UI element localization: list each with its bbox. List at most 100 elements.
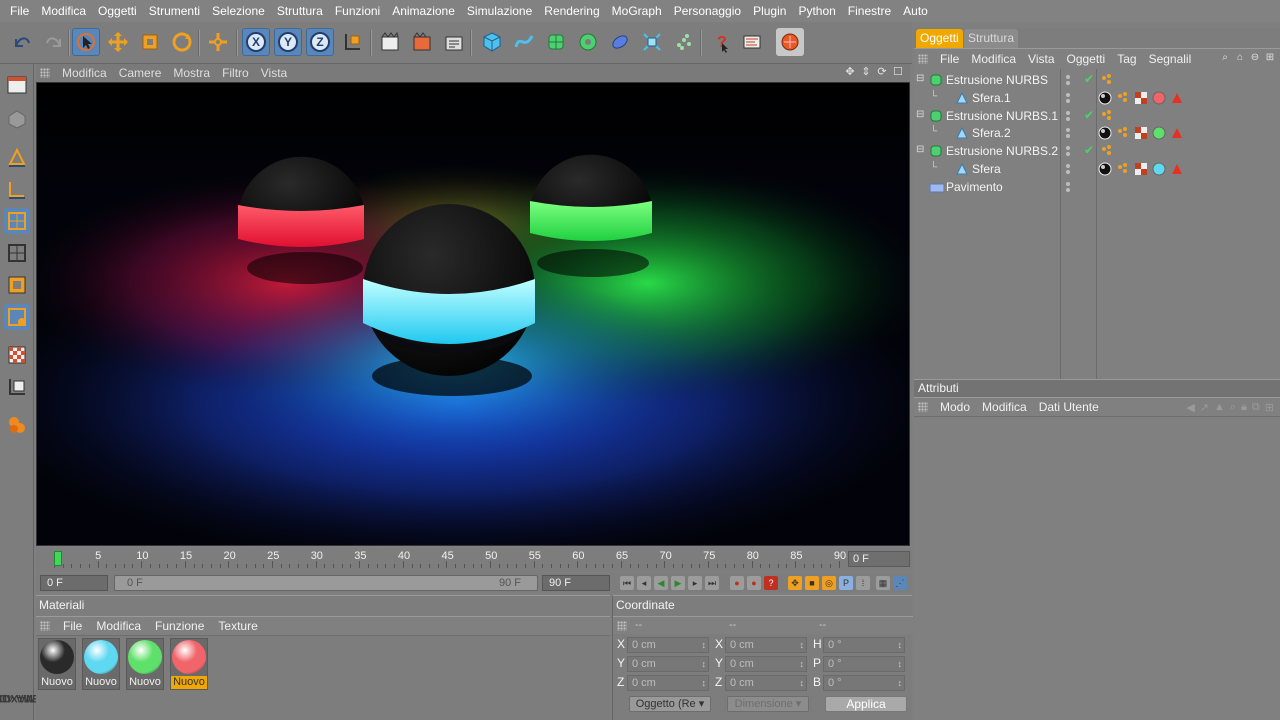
goto-end-icon[interactable]: ⏭ — [705, 576, 719, 590]
record-icon[interactable]: ● — [730, 576, 744, 590]
enabled-check-icon[interactable]: ✔ — [1084, 143, 1094, 157]
start-frame-field[interactable]: 0 F — [40, 575, 108, 591]
compositing-tag-icon[interactable] — [1098, 126, 1112, 140]
orbit-icon[interactable]: ⟳ — [876, 66, 888, 78]
material-swatch[interactable]: Nuovo — [82, 638, 120, 690]
menu-mograph[interactable]: MoGraph — [606, 0, 668, 22]
warning-tag-icon[interactable] — [1170, 126, 1184, 140]
key-position-icon[interactable]: ✥ — [788, 576, 802, 590]
objects-menu-tag[interactable]: Tag — [1111, 52, 1142, 66]
menu-rendering[interactable]: Rendering — [538, 0, 605, 22]
material-swatch[interactable]: Nuovo — [170, 638, 208, 690]
viewport-menu-camere[interactable]: Camere — [113, 66, 168, 80]
visibility-dots[interactable] — [1066, 181, 1074, 192]
menu-selezione[interactable]: Selezione — [206, 0, 271, 22]
warning-tag-icon[interactable] — [1170, 162, 1184, 176]
texture-mode-icon[interactable] — [4, 106, 30, 132]
undo-icon[interactable] — [8, 28, 36, 56]
menu-python[interactable]: Python — [792, 0, 841, 22]
key-pla-icon[interactable]: ⁞ — [856, 576, 870, 590]
z-axis-icon[interactable]: Z — [306, 28, 334, 56]
material-swatch[interactable]: Nuovo — [38, 638, 76, 690]
grip-icon[interactable] — [918, 402, 928, 412]
autokey-icon[interactable]: ● — [747, 576, 761, 590]
menu-oggetti[interactable]: Oggetti — [92, 0, 143, 22]
objects-menu-segnalibri[interactable]: Segnalil — [1143, 52, 1198, 66]
lock-icon[interactable]: 🔒︎ — [1241, 401, 1247, 414]
object-mode-icon[interactable] — [4, 272, 30, 298]
object-row[interactable]: └ Sfera.1 — [914, 89, 1280, 107]
objects-menu-oggetti[interactable]: Oggetti — [1061, 52, 1112, 66]
render-picture-viewer-icon[interactable] — [408, 28, 436, 56]
maximize-icon[interactable]: ☐ — [892, 66, 904, 78]
menu-finestre[interactable]: Finestre — [842, 0, 897, 22]
attributes-menu-dati-utente[interactable]: Dati Utente — [1033, 400, 1105, 414]
object-name[interactable]: Sfera — [972, 162, 1001, 176]
object-row[interactable]: ⊟ Estrusione NURBS.1 ✔ — [914, 107, 1280, 125]
key-param-icon[interactable]: P — [839, 576, 853, 590]
coordinate-field[interactable]: 0 ° — [823, 675, 905, 691]
render-view-icon[interactable] — [376, 28, 404, 56]
key-scale-icon[interactable]: ■ — [805, 576, 819, 590]
new-window-icon[interactable]: ⧉ — [1252, 401, 1260, 414]
object-row[interactable]: └ Sfera.2 — [914, 124, 1280, 142]
viewport-menu-vista[interactable]: Vista — [255, 66, 293, 80]
coordinate-mode-dropdown[interactable]: Oggetto (Re ▾ — [629, 696, 711, 712]
viewport-menu-filtro[interactable]: Filtro — [216, 66, 255, 80]
y-axis-icon[interactable]: Y — [274, 28, 302, 56]
coordinate-field[interactable]: 0 cm — [627, 637, 709, 653]
texture-tag-icon[interactable] — [1134, 162, 1148, 176]
materials-menu-modifica[interactable]: Modifica — [89, 619, 148, 633]
phong-tag-icon[interactable] — [1100, 109, 1114, 123]
objects-menu-file[interactable]: File — [934, 52, 965, 66]
deformer-icon[interactable] — [606, 28, 634, 56]
menu-modifica[interactable]: Modifica — [35, 0, 92, 22]
material-icon[interactable] — [776, 28, 804, 56]
keyframe-selection-icon[interactable]: ? — [764, 576, 778, 590]
menu-funzioni[interactable]: Funzioni — [329, 0, 386, 22]
help-icon[interactable]: ? — [706, 28, 734, 56]
play-forward-icon[interactable]: ▶ — [671, 576, 685, 590]
menu-plugin[interactable]: Plugin — [747, 0, 792, 22]
object-name[interactable]: Estrusione NURBS.1 — [946, 109, 1058, 123]
animation-mode-icon[interactable] — [4, 304, 30, 330]
texture-tag-icon[interactable] — [1134, 126, 1148, 140]
search-icon[interactable]: ⌕ — [1230, 401, 1236, 414]
enabled-check-icon[interactable]: ✔ — [1084, 72, 1094, 86]
home-icon[interactable]: ⌂ — [1234, 52, 1246, 64]
grip-icon[interactable] — [40, 68, 50, 78]
compositing-tag-icon[interactable] — [1098, 91, 1112, 105]
warning-tag-icon[interactable] — [1170, 91, 1184, 105]
polygons-mode-icon[interactable] — [4, 208, 30, 234]
coordinate-field[interactable]: 0 cm — [725, 675, 807, 691]
coordinate-field[interactable]: 0 cm — [725, 637, 807, 653]
visibility-dots[interactable] — [1066, 110, 1074, 121]
move-icon[interactable] — [104, 28, 132, 56]
menu-animazione[interactable]: Animazione — [386, 0, 461, 22]
phong-tag-icon[interactable] — [1116, 91, 1130, 105]
size-mode-dropdown[interactable]: Dimensione ▾ — [727, 696, 809, 712]
expand-icon[interactable]: ⊞ — [1265, 401, 1274, 414]
checkerboard-icon[interactable] — [4, 342, 30, 368]
layout-icon[interactable] — [4, 72, 30, 98]
attributes-menu-modifica[interactable]: Modifica — [976, 400, 1033, 414]
visibility-dots[interactable] — [1066, 128, 1074, 139]
render-viewport[interactable] — [36, 82, 910, 546]
rotate-icon[interactable] — [168, 28, 196, 56]
apply-button[interactable]: Applica — [825, 696, 907, 712]
viewport-menu-mostra[interactable]: Mostra — [167, 66, 216, 80]
next-key-icon[interactable]: ▸ — [688, 576, 702, 590]
select-arrow-icon[interactable] — [72, 28, 100, 56]
menu-personaggio[interactable]: Personaggio — [668, 0, 747, 22]
zoom-icon[interactable]: ⇕ — [860, 66, 872, 78]
frame-range-slider[interactable]: 0 F 90 F — [114, 575, 538, 591]
materials-menu-funzione[interactable]: Funzione — [148, 619, 211, 633]
collapse-icon[interactable]: ⊟ — [916, 144, 924, 155]
expand-icon[interactable]: ⊞ — [1264, 52, 1276, 64]
array-icon[interactable] — [574, 28, 602, 56]
phong-tag-icon[interactable] — [1100, 73, 1114, 87]
material-tag-icon[interactable] — [1152, 91, 1166, 105]
menu-file[interactable]: File — [4, 0, 35, 22]
coordinate-field[interactable]: 0 cm — [627, 675, 709, 691]
coordinate-field[interactable]: 0 cm — [725, 656, 807, 672]
